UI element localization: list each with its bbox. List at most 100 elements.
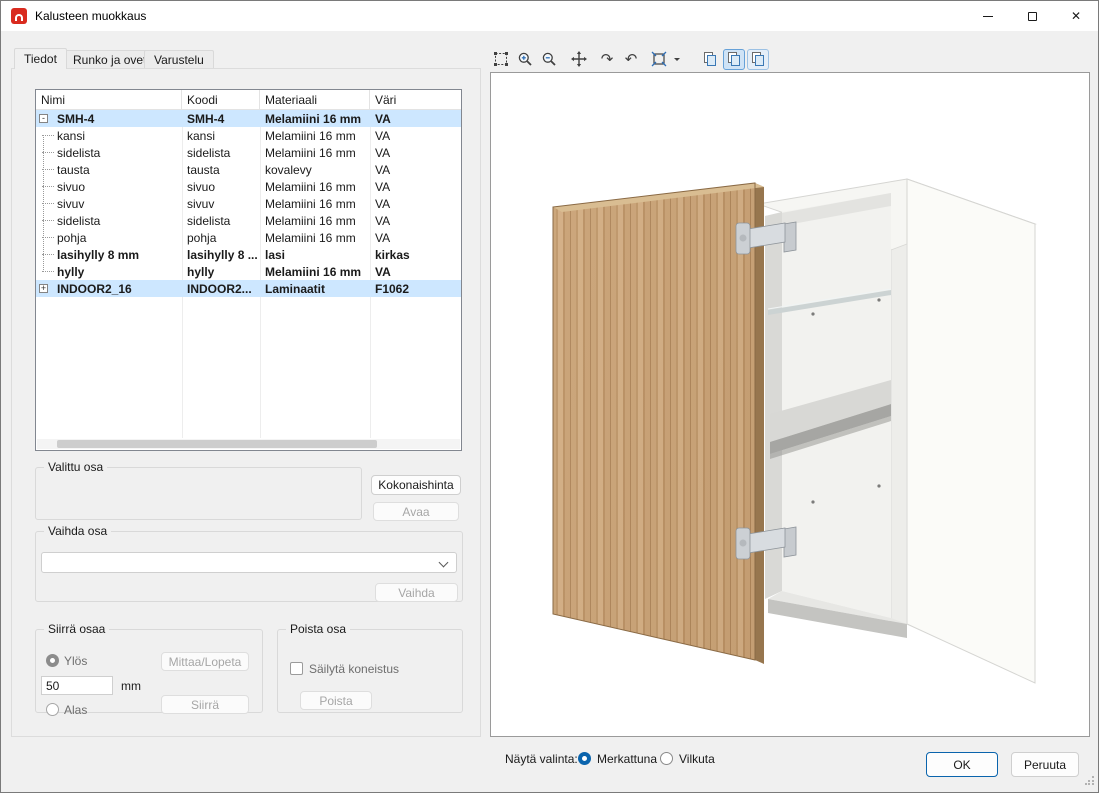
table-row[interactable]: -SMH-4 SMH-4 Melamiini 16 mm VA bbox=[36, 110, 461, 127]
radio-alas[interactable] bbox=[46, 703, 59, 716]
nayta-valinta-label: Näytä valinta: bbox=[505, 751, 578, 767]
cell-nimi: tausta bbox=[36, 161, 182, 178]
ok-button[interactable]: OK bbox=[926, 752, 998, 777]
cell-koodi: SMH-4 bbox=[182, 110, 260, 127]
cell-materiaali: Melamiini 16 mm bbox=[260, 110, 370, 127]
dialog-kalusteen-muokkaus: { "window": { "title": "Kalusteen muokka… bbox=[0, 0, 1099, 793]
table-row[interactable]: lasihylly 8 mm lasihylly 8 ... lasi kirk… bbox=[36, 246, 461, 263]
expand-icon[interactable]: + bbox=[39, 284, 48, 293]
distance-input[interactable] bbox=[41, 676, 113, 695]
cell-nimi: -SMH-4 bbox=[36, 110, 182, 127]
cell-materiaali: kovalevy bbox=[260, 161, 370, 178]
toolbar-dropdown-button[interactable] bbox=[670, 49, 683, 70]
tab-runko-ja-ovet[interactable]: Runko ja ovet bbox=[63, 50, 156, 68]
cell-vari: VA bbox=[370, 161, 461, 178]
cell-materiaali: Melamiini 16 mm bbox=[260, 195, 370, 212]
collapse-icon[interactable]: - bbox=[39, 114, 48, 123]
close-button[interactable]: ✕ bbox=[1054, 1, 1098, 31]
group-label: Valittu osa bbox=[44, 460, 107, 475]
table-row[interactable]: +INDOOR2_16 INDOOR2... Laminaatit F1062 bbox=[36, 280, 461, 297]
zoom-fit-button[interactable] bbox=[648, 49, 670, 70]
cell-nimi: hylly bbox=[36, 263, 182, 280]
copy-view-alt-button[interactable] bbox=[747, 49, 769, 70]
3d-viewport[interactable] bbox=[490, 72, 1090, 737]
radio-merkattuna[interactable] bbox=[578, 752, 591, 765]
tab-tiedot[interactable]: Tiedot bbox=[14, 48, 67, 69]
cell-vari: VA bbox=[370, 212, 461, 229]
resize-grip[interactable] bbox=[1085, 772, 1095, 790]
horizontal-scrollbar[interactable] bbox=[37, 439, 460, 449]
table-row[interactable]: kansi kansi Melamiini 16 mm VA bbox=[36, 127, 461, 144]
poista-button[interactable]: Poista bbox=[300, 691, 372, 710]
cell-vari: VA bbox=[370, 144, 461, 161]
column-header-materiaali[interactable]: Materiaali bbox=[260, 90, 370, 109]
avaa-button[interactable]: Avaa bbox=[373, 502, 459, 521]
chevron-down-icon bbox=[439, 558, 449, 568]
table-row[interactable]: sidelista sidelista Melamiini 16 mm VA bbox=[36, 144, 461, 161]
table-row[interactable]: sivuv sivuv Melamiini 16 mm VA bbox=[36, 195, 461, 212]
sailyta-koneistus-checkbox[interactable] bbox=[290, 662, 303, 675]
tree-twig bbox=[42, 203, 54, 204]
cell-vari: VA bbox=[370, 195, 461, 212]
zoom-in-icon bbox=[517, 51, 533, 67]
unit-label: mm bbox=[121, 678, 141, 694]
minimize-button[interactable] bbox=[966, 1, 1010, 31]
table-row[interactable]: tausta tausta kovalevy VA bbox=[36, 161, 461, 178]
cell-koodi: sivuo bbox=[182, 178, 260, 195]
cell-materiaali: Melamiini 16 mm bbox=[260, 144, 370, 161]
kokonaishinta-button[interactable]: Kokonaishinta bbox=[371, 475, 461, 495]
valittu-osa-group: Valittu osa bbox=[35, 467, 362, 520]
radio-vilkuta[interactable] bbox=[660, 752, 673, 765]
dropdown-arrow-icon bbox=[674, 58, 680, 64]
mittaa-lopeta-button[interactable]: Mittaa/Lopeta bbox=[161, 652, 249, 671]
cell-vari: VA bbox=[370, 229, 461, 246]
radio-ylos[interactable] bbox=[46, 654, 59, 667]
table-row[interactable]: hylly hylly Melamiini 16 mm VA bbox=[36, 263, 461, 280]
zoom-out-button[interactable] bbox=[538, 49, 560, 70]
rotate-ccw-button[interactable]: ↶ bbox=[620, 49, 642, 70]
column-header-nimi[interactable]: Nimi bbox=[36, 90, 182, 109]
column-header-vari[interactable]: Väri bbox=[370, 90, 461, 109]
tab-varustelu[interactable]: Varustelu bbox=[144, 50, 214, 68]
tree-twig bbox=[42, 237, 54, 238]
resize-grip-icon bbox=[1085, 775, 1095, 785]
sailyta-koneistus-label: Säilytä koneistus bbox=[309, 661, 399, 677]
tree-twig bbox=[42, 152, 54, 153]
zoom-out-icon bbox=[541, 51, 557, 67]
tree-twig bbox=[42, 186, 54, 187]
copy-view-button[interactable] bbox=[699, 49, 721, 70]
select-region-icon bbox=[493, 51, 509, 67]
select-region-button[interactable] bbox=[490, 49, 512, 70]
cell-koodi: kansi bbox=[182, 127, 260, 144]
cell-nimi: lasihylly 8 mm bbox=[36, 246, 182, 263]
siirra-button[interactable]: Siirrä bbox=[161, 695, 249, 714]
tree-twig bbox=[42, 169, 54, 170]
table-body: -SMH-4 SMH-4 Melamiini 16 mm VA kansi ka… bbox=[36, 110, 461, 297]
cell-koodi: lasihylly 8 ... bbox=[182, 246, 260, 263]
cell-materiaali: Melamiini 16 mm bbox=[260, 127, 370, 144]
peruuta-button[interactable]: Peruuta bbox=[1011, 752, 1079, 777]
pan-button[interactable] bbox=[568, 49, 590, 70]
radio-merkattuna-label: Merkattuna bbox=[597, 751, 657, 767]
scrollbar-thumb[interactable] bbox=[57, 440, 377, 448]
cell-nimi: pohja bbox=[36, 229, 182, 246]
copy-view-icon bbox=[702, 51, 718, 67]
vaihda-button[interactable]: Vaihda bbox=[375, 583, 458, 602]
tree-twig bbox=[42, 135, 54, 136]
close-icon: ✕ bbox=[1071, 9, 1081, 23]
cell-nimi: sivuo bbox=[36, 178, 182, 195]
cell-nimi: sidelista bbox=[36, 212, 182, 229]
group-label: Poista osa bbox=[286, 622, 350, 637]
maximize-button[interactable] bbox=[1010, 1, 1054, 31]
rotate-cw-button[interactable]: ↷ bbox=[596, 49, 618, 70]
vaihda-osa-combobox[interactable] bbox=[41, 552, 457, 573]
table-row[interactable]: sidelista sidelista Melamiini 16 mm VA bbox=[36, 212, 461, 229]
copy-view-alt-icon bbox=[750, 51, 766, 67]
table-row[interactable]: sivuo sivuo Melamiini 16 mm VA bbox=[36, 178, 461, 195]
zoom-in-button[interactable] bbox=[514, 49, 536, 70]
column-header-koodi[interactable]: Koodi bbox=[182, 90, 260, 109]
radio-vilkuta-label: Vilkuta bbox=[679, 751, 715, 767]
table-row[interactable]: pohja pohja Melamiini 16 mm VA bbox=[36, 229, 461, 246]
copy-view-active-button[interactable] bbox=[723, 49, 745, 70]
cell-vari: VA bbox=[370, 110, 461, 127]
